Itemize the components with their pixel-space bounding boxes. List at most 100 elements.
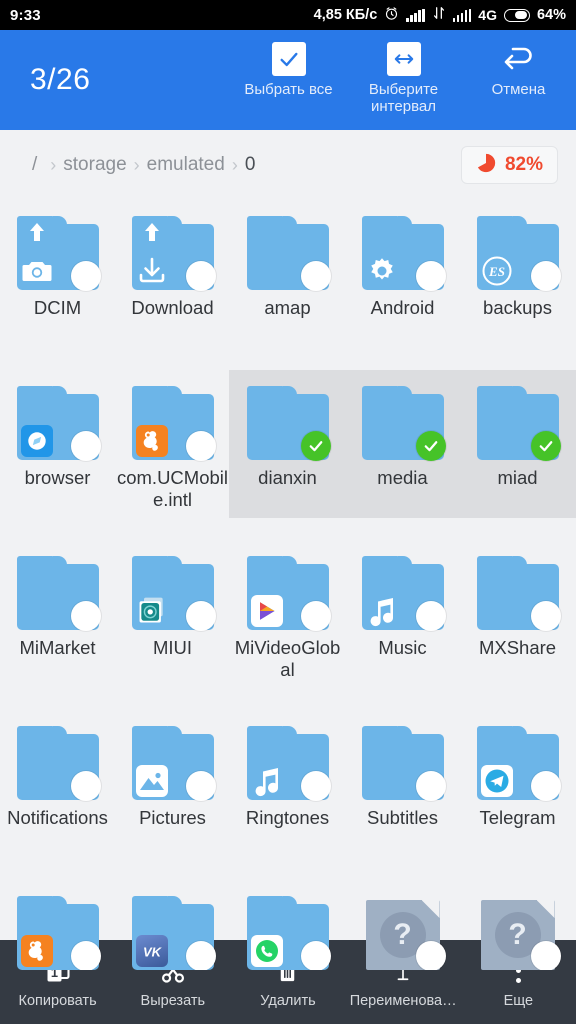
select-all-label: Выбрать все: [244, 81, 333, 98]
whatsapp-icon: [250, 935, 283, 967]
selection-count: 3/26: [30, 63, 91, 96]
folder-item[interactable]: Download: [115, 200, 230, 370]
selection-action-bar: 3/26 Выбрать все Выберите интервал Отмен…: [0, 30, 576, 130]
uc-browser-icon: [20, 935, 53, 967]
status-bar: 9:33 4,85 КБ/с 4G 64%: [0, 0, 576, 30]
folder-item[interactable]: MiVideoGlobal: [230, 540, 345, 710]
checkbox-unchecked[interactable]: [300, 261, 331, 291]
item-icon-area: [246, 216, 331, 291]
select-all-button[interactable]: Выбрать все: [231, 30, 346, 98]
folder-item[interactable]: Telegram: [460, 710, 575, 880]
breadcrumb-item-0[interactable]: 0: [243, 154, 258, 176]
breadcrumb-separator: ›: [50, 154, 57, 175]
folder-item[interactable]: MXShare: [460, 540, 575, 710]
item-icon-area: ?: [362, 898, 446, 970]
item-icon-area: [246, 726, 331, 801]
item-label: amap: [264, 297, 311, 318]
item-icon-area: [361, 386, 446, 461]
miui-gallery-icon: [136, 595, 168, 627]
file-item[interactable]: ?dctp: [345, 880, 460, 970]
checkbox-checked[interactable]: [300, 431, 331, 461]
svg-text:VK: VK: [142, 945, 162, 960]
grid-row: browser com.UCMobile.intl dianxin media miad: [0, 370, 576, 540]
checkbox-unchecked[interactable]: [185, 601, 216, 631]
checkbox-unchecked[interactable]: [70, 771, 101, 801]
checkbox-checked[interactable]: [530, 431, 561, 461]
checkbox-unchecked[interactable]: [185, 941, 216, 970]
checkbox-unchecked[interactable]: [415, 261, 446, 291]
folder-item[interactable]: browser: [0, 370, 115, 540]
checkbox-unchecked[interactable]: [530, 941, 561, 970]
checkbox-unchecked[interactable]: [415, 771, 446, 801]
checkbox-unchecked[interactable]: [185, 261, 216, 291]
signal-bars-icon: [406, 8, 425, 22]
vk-icon: VK: [135, 935, 168, 967]
download-arrow-icon: [136, 255, 168, 287]
checkbox-unchecked[interactable]: [415, 941, 446, 970]
item-icon-area: [476, 386, 561, 461]
checkbox-unchecked[interactable]: [530, 771, 561, 801]
breadcrumb-separator-2: ›: [133, 154, 140, 175]
checkbox-unchecked[interactable]: [70, 261, 101, 291]
grid-row: DCIM Download amap Android ES backups: [0, 200, 576, 370]
item-icon-area: [476, 556, 561, 631]
folder-item[interactable]: ES backups: [460, 200, 575, 370]
folder-item[interactable]: UCDownl: [0, 880, 115, 970]
folder-item[interactable]: dianxin: [230, 370, 345, 540]
checkbox-unchecked[interactable]: [70, 601, 101, 631]
checkbox-unchecked[interactable]: [300, 941, 331, 970]
breadcrumb-item-emulated[interactable]: emulated: [145, 154, 227, 176]
checkbox-unchecked[interactable]: [70, 431, 101, 461]
storage-usage-badge[interactable]: 82%: [460, 146, 558, 184]
checkbox-unchecked[interactable]: [70, 941, 101, 970]
folder-item[interactable]: Notifications: [0, 710, 115, 880]
checkbox-unchecked[interactable]: [415, 601, 446, 631]
item-label: Notifications: [7, 807, 108, 828]
folder-item[interactable]: DCIM: [0, 200, 115, 370]
folder-item[interactable]: Music: [345, 540, 460, 710]
folder-item[interactable]: amap: [230, 200, 345, 370]
telegram-icon: [480, 765, 513, 797]
checkbox-unchecked[interactable]: [300, 771, 331, 801]
undo-arrow-icon: [501, 42, 537, 76]
breadcrumb-item-storage[interactable]: storage: [61, 154, 128, 176]
item-icon-area: ?: [477, 898, 561, 970]
item-label: Telegram: [479, 807, 556, 828]
folder-item[interactable]: WhatsApp: [230, 880, 345, 970]
checkbox-unchecked[interactable]: [185, 771, 216, 801]
checkbox-unchecked[interactable]: [300, 601, 331, 631]
folder-item[interactable]: Pictures: [115, 710, 230, 880]
folder-item[interactable]: MIUI: [115, 540, 230, 710]
select-range-button[interactable]: Выберите интервал: [346, 30, 461, 115]
checkbox-unchecked[interactable]: [530, 601, 561, 631]
upload-arrow-icon: [144, 222, 160, 242]
item-icon-area: [246, 556, 331, 631]
file-grid[interactable]: DCIM Download amap Android ES backups browser c…: [0, 200, 576, 970]
checkbox-unchecked[interactable]: [185, 431, 216, 461]
es-logo-icon: ES: [481, 255, 513, 287]
uc-browser-icon: [135, 425, 168, 457]
folder-item[interactable]: media: [345, 370, 460, 540]
folder-item[interactable]: MiMarket: [0, 540, 115, 710]
play-video-icon: [250, 595, 283, 627]
folder-item[interactable]: Ringtones: [230, 710, 345, 880]
item-label: com.UCMobile.intl: [116, 467, 229, 510]
checkbox-unchecked[interactable]: [530, 261, 561, 291]
item-icon-area: ES: [476, 216, 561, 291]
item-icon-area: [131, 726, 216, 801]
item-icon-area: [361, 216, 446, 291]
item-label: MIUI: [152, 637, 193, 658]
breadcrumb-root[interactable]: /: [30, 154, 45, 176]
cancel-button[interactable]: Отмена: [461, 30, 576, 98]
folder-item[interactable]: Subtitles: [345, 710, 460, 880]
item-label: media: [377, 467, 428, 488]
folder-item[interactable]: Android: [345, 200, 460, 370]
item-icon-area: [246, 386, 331, 461]
checkbox-checked[interactable]: [415, 431, 446, 461]
network-type: 4G: [478, 7, 497, 23]
folder-item[interactable]: miad: [460, 370, 575, 540]
folder-item[interactable]: VKVK: [115, 880, 230, 970]
file-item[interactable]: ?did: [460, 880, 575, 970]
folder-item[interactable]: com.UCMobile.intl: [115, 370, 230, 540]
battery-percent: 64%: [536, 7, 566, 23]
